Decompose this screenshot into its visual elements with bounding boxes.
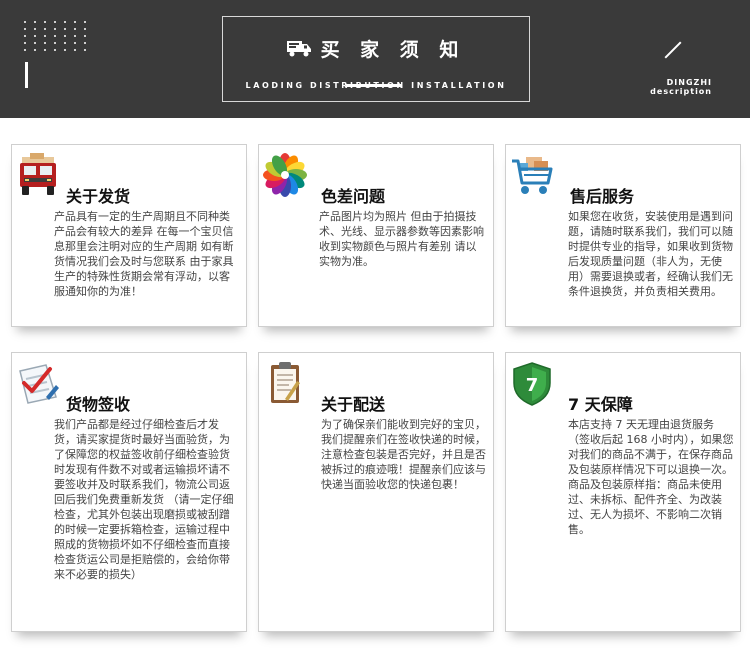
dot bbox=[54, 49, 56, 51]
card-text: 为了确保亲们能收到完好的宝贝，我们提醒亲们在签收快递的时候，注意检查包装是否完好… bbox=[321, 418, 486, 491]
vertical-bar-decoration bbox=[25, 62, 28, 88]
header-banner: 买 家 须 知 LAODING DISTRIBUTION INSTALLATIO… bbox=[0, 0, 750, 118]
dot bbox=[34, 28, 36, 30]
dot bbox=[84, 28, 86, 30]
card-text: 产品具有一定的生产周期且不同种类产品会有较大的差异 在每一个宝贝信息那里会注明对… bbox=[54, 210, 234, 298]
slash-decoration bbox=[664, 41, 682, 59]
delivery-truck-icon bbox=[20, 153, 56, 195]
card-goods-receipt: 货物签收 我们产品都是经过仔细检查后才发货，请买家提货时最好当面验货，为了保障您… bbox=[11, 352, 247, 632]
dot bbox=[84, 42, 86, 44]
title-frame: 买 家 须 知 LAODING DISTRIBUTION INSTALLATIO… bbox=[222, 16, 530, 102]
dot bbox=[54, 28, 56, 30]
shield-icon: 7 bbox=[513, 362, 551, 406]
dot bbox=[54, 42, 56, 44]
dot bbox=[24, 35, 26, 37]
dot bbox=[74, 35, 76, 37]
dot bbox=[24, 42, 26, 44]
checklist-icon bbox=[19, 364, 59, 404]
dot bbox=[34, 35, 36, 37]
dot bbox=[44, 28, 46, 30]
card-title: 7 天保障 bbox=[568, 395, 633, 414]
dot bbox=[44, 42, 46, 44]
dot bbox=[44, 35, 46, 37]
card-delivery: 关于配送 为了确保亲们能收到完好的宝贝，我们提醒亲们在签收快递的时候，注意检查包… bbox=[258, 352, 494, 632]
description-label-line2: description bbox=[650, 87, 712, 96]
card-text: 如果您在收货，安装使用是遇到问题，请随时联系我们，我们可以随时提供专业的指导，如… bbox=[568, 210, 733, 298]
dot bbox=[74, 42, 76, 44]
dot bbox=[24, 49, 26, 51]
dot bbox=[54, 35, 56, 37]
title-row: 买 家 须 知 bbox=[223, 35, 529, 61]
card-title: 货物签收 bbox=[66, 395, 131, 414]
dot bbox=[74, 21, 76, 23]
dot bbox=[64, 35, 66, 37]
page-title: 买 家 须 知 bbox=[320, 38, 466, 61]
dot bbox=[24, 28, 26, 30]
card-text: 本店支持 7 天无理由退货服务（签收后起 168 小时内），如果您对我们的商品不… bbox=[568, 418, 734, 536]
card-color-difference: 色差问题 产品图片均为照片 但由于拍摄技术、光线、显示器参数等因素影响 收到实物… bbox=[258, 144, 494, 327]
clipboard-icon bbox=[271, 362, 300, 403]
title-underline-decoration bbox=[346, 84, 402, 87]
dot-grid-decoration bbox=[24, 21, 94, 53]
card-title: 色差问题 bbox=[321, 187, 386, 206]
dot bbox=[84, 35, 86, 37]
card-shipping: 关于发货 产品具有一定的生产周期且不同种类产品会有较大的差异 在每一个宝贝信息那… bbox=[11, 144, 247, 327]
card-text: 产品图片均为照片 但由于拍摄技术、光线、显示器参数等因素影响 收到实物颜色与照片… bbox=[319, 210, 484, 268]
dot bbox=[84, 49, 86, 51]
dot bbox=[74, 49, 76, 51]
card-7-day-guarantee: 7 7 天保障 本店支持 7 天无理由退货服务（签收后起 168 小时内），如果… bbox=[505, 352, 741, 632]
shopping-cart-icon bbox=[512, 157, 553, 194]
card-title: 关于发货 bbox=[66, 187, 131, 206]
dot bbox=[34, 42, 36, 44]
dot bbox=[24, 21, 26, 23]
truck-icon bbox=[286, 41, 311, 57]
description-label: DINGZHI description bbox=[612, 78, 712, 96]
dot bbox=[44, 49, 46, 51]
dot bbox=[34, 21, 36, 23]
dot bbox=[54, 21, 56, 23]
palette-center bbox=[281, 171, 289, 179]
card-title: 关于配送 bbox=[321, 395, 386, 414]
shield-badge-number: 7 bbox=[526, 375, 539, 396]
dot bbox=[34, 49, 36, 51]
card-title: 售后服务 bbox=[570, 187, 635, 206]
dot bbox=[84, 21, 86, 23]
dot bbox=[44, 21, 46, 23]
color-palette-icon bbox=[263, 153, 307, 197]
dot bbox=[64, 28, 66, 30]
dot bbox=[74, 28, 76, 30]
card-text: 我们产品都是经过仔细检查后才发货，请买家提货时最好当面验货，为了保障您的权益签收… bbox=[54, 418, 234, 581]
dot bbox=[64, 21, 66, 23]
dot bbox=[64, 42, 66, 44]
card-after-sales: 售后服务 如果您在收货，安装使用是遇到问题，请随时联系我们，我们可以随时提供专业… bbox=[505, 144, 741, 327]
description-label-line1: DINGZHI bbox=[666, 78, 712, 87]
dot bbox=[64, 49, 66, 51]
